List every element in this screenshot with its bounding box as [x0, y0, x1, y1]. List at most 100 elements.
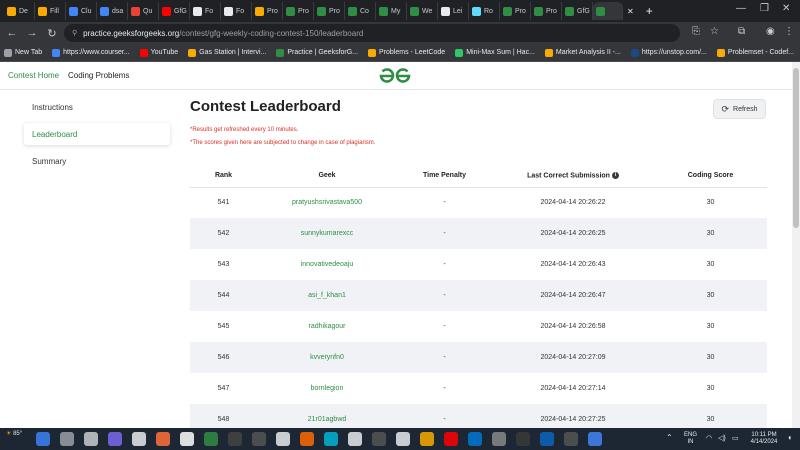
app-icon[interactable]: [420, 432, 434, 446]
browser-tab[interactable]: dsa: [97, 2, 128, 20]
app-icon[interactable]: [468, 432, 482, 446]
gfg-logo-icon[interactable]: [377, 66, 413, 86]
minimize-icon[interactable]: —: [736, 3, 746, 14]
scrollbar-thumb[interactable]: [793, 68, 799, 228]
sidebar-item-leaderboard[interactable]: Leaderboard: [24, 123, 170, 145]
geek-cell[interactable]: 21r01agbwd: [257, 404, 397, 428]
site-info-icon[interactable]: ⚲: [72, 29, 77, 37]
language-indicator[interactable]: ENG IN: [684, 432, 697, 446]
task-view-icon[interactable]: [84, 432, 98, 446]
browser-tab[interactable]: We: [407, 2, 438, 20]
translate-icon[interactable]: ⎘: [692, 26, 700, 37]
volume-icon[interactable]: ◁): [718, 435, 726, 442]
bookmark-item[interactable]: Problems - LeetCode: [368, 48, 445, 57]
clock[interactable]: 10:11 PM 4/14/2024: [746, 432, 782, 446]
page-scrollbar[interactable]: [792, 62, 800, 428]
bookmark-item[interactable]: YouTube: [139, 48, 178, 57]
extensions-icon[interactable]: ⧉: [738, 26, 745, 37]
browser-tab[interactable]: Pro: [252, 2, 283, 20]
sidebar-item-summary[interactable]: Summary: [24, 150, 170, 172]
geek-cell[interactable]: asi_f_khan1: [257, 280, 397, 311]
back-icon[interactable]: ←: [2, 27, 22, 39]
refresh-button[interactable]: ⟳ Refresh: [713, 99, 766, 119]
browser-tab[interactable]: Pro: [531, 2, 562, 20]
forward-icon[interactable]: →: [22, 27, 42, 39]
browser-tab[interactable]: GfG: [159, 2, 190, 20]
terminal-icon[interactable]: [228, 432, 242, 446]
menu-kebab-icon[interactable]: ⋮: [784, 26, 794, 37]
file-icon[interactable]: [132, 432, 146, 446]
tab-close-icon[interactable]: ✕: [623, 7, 638, 16]
bookmark-item[interactable]: New Tab: [4, 48, 42, 57]
browser-tab[interactable]: Fill: [35, 2, 66, 20]
info-icon[interactable]: i: [611, 171, 619, 179]
app-icon[interactable]: [516, 432, 530, 446]
search-icon[interactable]: [60, 432, 74, 446]
app-icon[interactable]: [564, 432, 578, 446]
contest-sidebar: Instructions Leaderboard Summary: [24, 96, 170, 177]
nav-coding-problems[interactable]: Coding Problems: [68, 71, 129, 80]
browser-chrome: De Fill Clu dsa Qu GfG Fo Fo Pro Pro Pro Co My We Lei R…: [0, 0, 800, 62]
app-icon[interactable]: [372, 432, 386, 446]
app-icon[interactable]: [300, 432, 314, 446]
bookmark-item[interactable]: Mini-Max Sum | Hac...: [455, 48, 535, 57]
browser-tab[interactable]: My: [376, 2, 407, 20]
geek-cell[interactable]: sunnykumarexcc: [257, 218, 397, 249]
bookmark-star-icon[interactable]: ☆: [710, 26, 719, 37]
tab-favicon-icon: [441, 6, 450, 16]
battery-icon[interactable]: ▭: [732, 435, 739, 442]
time-penalty-cell: -: [443, 261, 446, 268]
reload-icon[interactable]: ↻: [42, 27, 62, 40]
browser-tab[interactable]: GfG: [562, 2, 593, 20]
edge-icon[interactable]: [324, 432, 338, 446]
close-window-icon[interactable]: ✕: [782, 3, 790, 14]
browser-tab[interactable]: Qu: [128, 2, 159, 20]
bookmark-item[interactable]: Problemset - Codef...: [716, 48, 794, 57]
browser-tab[interactable]: Lei: [438, 2, 469, 20]
browser-tab[interactable]: Co: [345, 2, 376, 20]
app-icon[interactable]: [348, 432, 362, 446]
linkedin-icon[interactable]: [540, 432, 554, 446]
geek-cell[interactable]: innovativedeoaju: [257, 249, 397, 280]
browser-tab[interactable]: Pro: [314, 2, 345, 20]
bookmark-item[interactable]: Gas Station | Intervi...: [188, 48, 267, 57]
github-icon[interactable]: [396, 432, 410, 446]
bookmark-item[interactable]: https://unstop.com/...: [630, 48, 707, 57]
start-icon[interactable]: [36, 432, 50, 446]
chatgpt-icon[interactable]: [204, 432, 218, 446]
bookmark-label: Gas Station | Intervi...: [199, 49, 267, 56]
tray-chevron-icon[interactable]: ⌃: [666, 434, 673, 442]
app-icon[interactable]: [492, 432, 506, 446]
address-bar[interactable]: ⚲ practice.geeksforgeeks.org/contest/gfg…: [64, 24, 680, 42]
geek-cell[interactable]: radhikagour: [257, 311, 397, 342]
app-icon[interactable]: [252, 432, 266, 446]
geek-cell[interactable]: bornlegion: [257, 373, 397, 404]
chat-icon[interactable]: [108, 432, 122, 446]
youtube-icon[interactable]: [444, 432, 458, 446]
geek-cell[interactable]: pratyushsrivastava500: [257, 187, 397, 218]
bookmark-item[interactable]: https://www.courser...: [52, 48, 130, 57]
browser-tab[interactable]: Ro: [469, 2, 500, 20]
browser-tab[interactable]: Clu: [66, 2, 97, 20]
github-icon[interactable]: [276, 432, 290, 446]
chrome-icon[interactable]: [588, 432, 602, 446]
new-tab-icon[interactable]: +: [638, 4, 661, 18]
notification-icon[interactable]: ◐: [788, 434, 793, 442]
sidebar-item-instructions[interactable]: Instructions: [24, 96, 170, 118]
browser-tab[interactable]: Fo: [221, 2, 252, 20]
wifi-icon[interactable]: ◠: [706, 435, 712, 442]
weather-widget[interactable]: ☀ 85°: [6, 431, 22, 438]
maximize-icon[interactable]: ❐: [760, 3, 769, 14]
browser-tab[interactable]: De: [4, 2, 35, 20]
browser-tab[interactable]: Pro: [500, 2, 531, 20]
firefox-icon[interactable]: [156, 432, 170, 446]
nav-contest-home[interactable]: Contest Home: [8, 71, 59, 80]
bookmark-item[interactable]: Market Analysis II -...: [544, 48, 621, 57]
profile-icon[interactable]: ◉: [766, 26, 775, 37]
browser-tab[interactable]: Pro: [283, 2, 314, 20]
browser-tab[interactable]: Fo: [190, 2, 221, 20]
bookmark-item[interactable]: Practice | GeeksforG...: [276, 48, 358, 57]
active-tab[interactable]: [593, 2, 623, 20]
geek-cell[interactable]: kvverynfn0: [257, 342, 397, 373]
notepad-icon[interactable]: [180, 432, 194, 446]
